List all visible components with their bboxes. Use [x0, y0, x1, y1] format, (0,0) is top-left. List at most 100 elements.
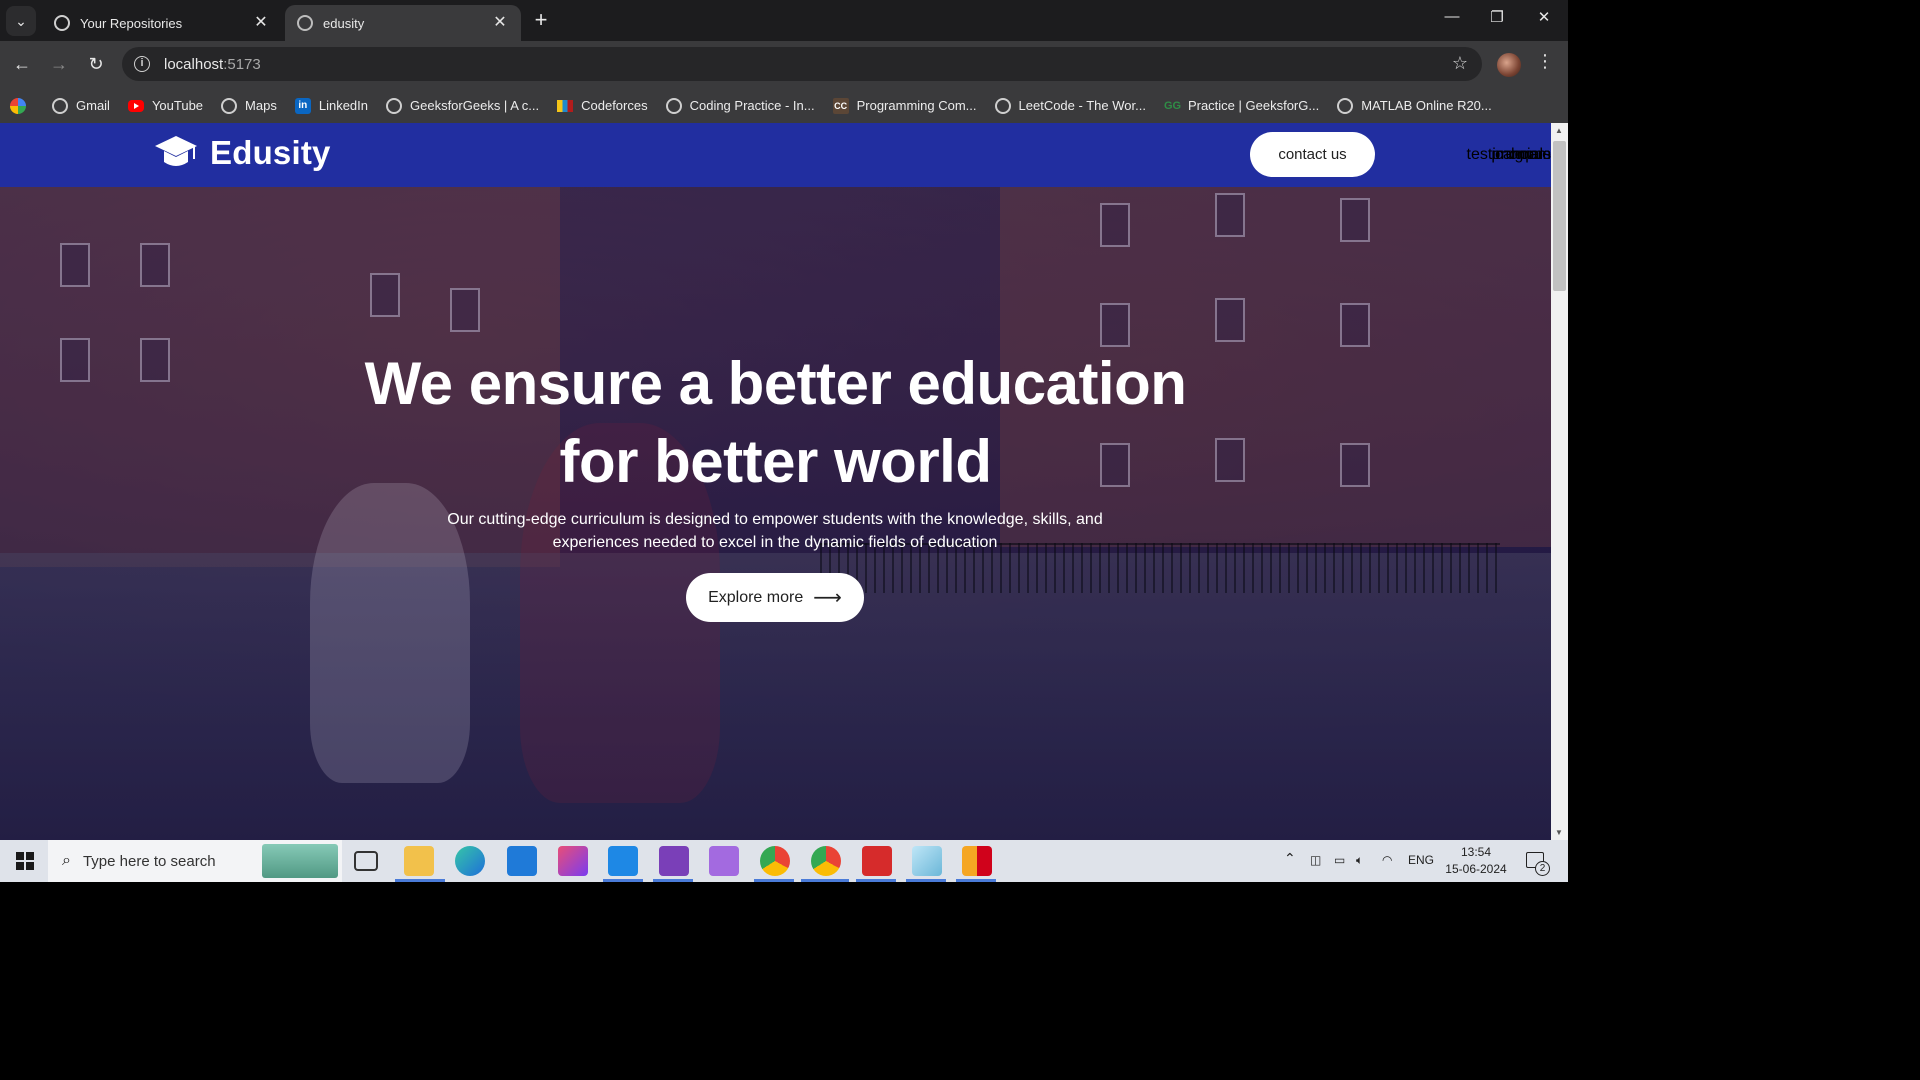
search-icon: ⌕ [62, 852, 71, 869]
bookmark-gfg-practice[interactable]: GG Practice | GeeksforG... [1164, 98, 1319, 114]
notification-badge: 2 [1535, 861, 1550, 876]
edge-icon[interactable] [455, 846, 485, 876]
back-arrow-icon[interactable]: ← [10, 52, 34, 76]
chrome-icon[interactable] [760, 846, 790, 876]
building-window [1340, 303, 1370, 347]
scroll-up-arrow-icon[interactable]: ▲ [1555, 126, 1563, 135]
active-indicator [801, 879, 849, 882]
bookmark-leetcode[interactable]: LeetCode - The Wor... [994, 97, 1146, 114]
site-navbar: Edusity home program campus testimonials… [0, 123, 1551, 187]
bookmark-google[interactable] [10, 97, 34, 114]
windows-start-icon[interactable] [16, 852, 34, 870]
bookmark-matlab[interactable]: MATLAB Online R20... [1337, 97, 1492, 114]
visual-studio-icon[interactable] [659, 846, 689, 876]
tab-edusity[interactable]: edusity ✕ [285, 5, 521, 41]
url-text: localhost:5173 [164, 55, 261, 73]
windows-taskbar: ⌕ Type here to search ⌃ ◫ ▭ 🔈︎ ◠ ENG 13:… [0, 840, 1568, 882]
building-window [370, 273, 400, 317]
youtube-icon [127, 99, 144, 112]
meet-now-icon[interactable]: ◫ [1310, 853, 1321, 867]
contact-us-button[interactable]: contact us [1250, 132, 1375, 177]
hero-title-line-1: We ensure a better education [364, 350, 1187, 417]
globe-icon [386, 97, 402, 114]
battery-icon[interactable]: ▭ [1334, 853, 1345, 867]
chrome-profile-icon[interactable] [811, 846, 841, 876]
github-icon [54, 15, 70, 31]
bookmark-youtube[interactable]: YouTube [127, 98, 203, 113]
tab-search-button[interactable]: ⌄ [6, 6, 36, 36]
more-menu-icon[interactable]: ⋮ [1536, 51, 1554, 72]
bookmark-gmail[interactable]: Gmail [52, 97, 110, 114]
scroll-down-arrow-icon[interactable]: ▼ [1555, 828, 1563, 837]
building-window [1215, 298, 1245, 342]
linkedin-icon: in [294, 97, 311, 114]
paint-icon[interactable] [912, 846, 942, 876]
address-bar[interactable]: i localhost:5173 ☆ [122, 47, 1482, 81]
tray-chevron-up-icon[interactable]: ⌃ [1284, 850, 1296, 867]
tab-title: Your Repositories [80, 15, 183, 31]
nav-testimonials[interactable]: testimonials [1467, 123, 1551, 187]
building-window [1100, 303, 1130, 347]
minimize-button[interactable]: — [1440, 8, 1464, 25]
active-indicator [603, 879, 643, 882]
bookmark-codeforces[interactable]: Codeforces [557, 98, 648, 113]
codechef-icon: CC [832, 97, 849, 114]
building-window [60, 243, 90, 287]
language-indicator[interactable]: ENG [1408, 853, 1434, 867]
page-viewport: Edusity home program campus testimonials… [0, 123, 1551, 840]
building-window [1215, 193, 1245, 237]
profile-avatar[interactable] [1497, 53, 1521, 77]
taskbar-search-box[interactable]: ⌕ Type here to search [48, 840, 342, 882]
page-scrollbar[interactable]: ▲ ▼ [1551, 123, 1568, 840]
taskbar-search-placeholder: Type here to search [82, 852, 216, 870]
acrobat-icon[interactable] [862, 846, 892, 876]
vscode-icon[interactable] [608, 846, 638, 876]
bookmark-linkedin[interactable]: in LinkedIn [294, 97, 368, 114]
brand-name: Edusity [210, 134, 331, 171]
close-window-button[interactable]: ✕ [1532, 8, 1556, 26]
explore-more-label: Explore more [708, 588, 804, 606]
bookmark-coding-practice[interactable]: Coding Practice - In... [665, 97, 815, 114]
bookmark-codechef[interactable]: CC Programming Com... [832, 97, 977, 114]
site-info-icon[interactable]: i [134, 56, 150, 72]
hero-subtitle: Our cutting-edge curriculum is designed … [447, 511, 1103, 551]
chevron-down-icon: ⌄ [15, 12, 27, 29]
task-view-icon[interactable] [354, 851, 378, 871]
forward-arrow-icon[interactable]: → [47, 52, 71, 76]
gfg-icon: GG [1163, 99, 1182, 112]
active-indicator [906, 879, 946, 882]
scrollbar-thumb[interactable] [1553, 141, 1566, 291]
globe-icon [52, 97, 68, 114]
globe-icon [1337, 97, 1354, 114]
building-window [450, 288, 480, 332]
mail-icon[interactable] [507, 846, 537, 876]
taskbar-clock[interactable]: 13:54 15-06-2024 [1442, 844, 1510, 878]
new-tab-button[interactable]: + [530, 9, 552, 31]
active-indicator [754, 879, 794, 882]
clock-time: 13:54 [1460, 845, 1492, 859]
close-tab-icon[interactable]: ✕ [491, 14, 509, 32]
close-tab-icon[interactable]: ✕ [252, 14, 270, 32]
reload-icon[interactable]: ↻ [84, 52, 108, 76]
active-indicator [653, 879, 693, 882]
hero-title-line-2: for better world [559, 428, 992, 495]
codeforces-icon [557, 99, 574, 112]
file-explorer-icon[interactable] [404, 846, 434, 876]
app-icon[interactable] [962, 846, 992, 876]
visual-studio-preview-icon[interactable] [709, 846, 739, 876]
restore-button[interactable]: ❐ [1485, 8, 1509, 26]
explore-more-button[interactable]: Explore more ⟶ [686, 573, 864, 622]
building-window [140, 243, 170, 287]
globe-icon [221, 97, 238, 114]
tab-your-repositories[interactable]: Your Repositories ✕ [42, 5, 282, 41]
wifi-icon[interactable]: ◠ [1382, 853, 1392, 867]
intellij-icon[interactable] [558, 846, 588, 876]
site-logo[interactable]: Edusity [154, 133, 331, 173]
tab-strip: ⌄ Your Repositories ✕ edusity ✕ + — ❐ ✕ [0, 0, 1568, 41]
volume-icon[interactable]: 🔈︎ [1356, 853, 1363, 868]
google-icon [10, 97, 26, 114]
bookmark-star-icon[interactable]: ☆ [1452, 53, 1468, 74]
bookmark-geeksforgeeks[interactable]: GeeksforGeeks | A c... [386, 97, 539, 114]
bookmark-maps[interactable]: Maps [221, 97, 277, 114]
active-indicator [856, 879, 896, 882]
